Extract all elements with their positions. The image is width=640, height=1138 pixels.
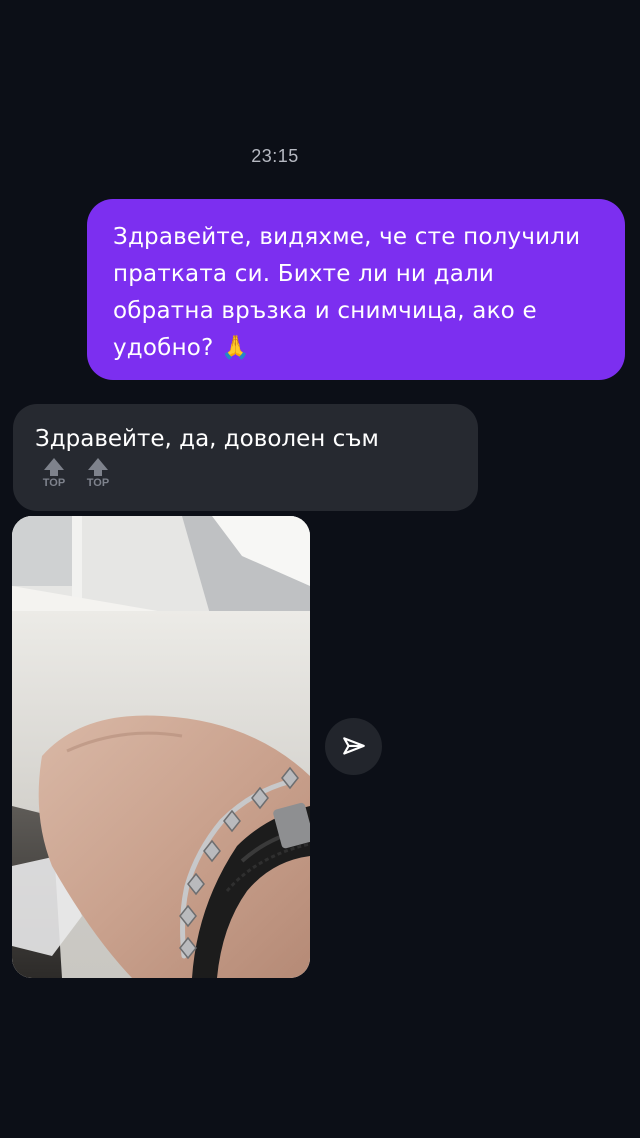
send-icon bbox=[342, 736, 365, 755]
photo-image bbox=[12, 516, 310, 978]
top-badges: TOP TOP bbox=[39, 458, 113, 489]
chat-screen: 23:15 Здравейте, видяхме, че сте получил… bbox=[0, 0, 640, 1138]
message-timestamp: 23:15 bbox=[251, 146, 299, 166]
top-badge: TOP bbox=[39, 458, 69, 489]
up-arrow-icon bbox=[88, 458, 108, 470]
top-badge-label: TOP bbox=[86, 477, 110, 489]
top-badge-label: TOP bbox=[42, 477, 66, 489]
outgoing-message-bubble[interactable]: Здравейте, видяхме, че сте получили прат… bbox=[87, 199, 625, 380]
top-badge: TOP bbox=[83, 458, 113, 489]
up-arrow-icon bbox=[44, 458, 64, 470]
incoming-message-text: Здравейте, да, доволен съм bbox=[35, 426, 379, 452]
outgoing-message-text: Здравейте, видяхме, че сте получили прат… bbox=[113, 224, 581, 361]
praying-hands-emoji: 🙏 bbox=[221, 335, 250, 361]
incoming-message-bubble[interactable]: Здравейте, да, доволен съм TOP TOP bbox=[13, 404, 478, 511]
share-button[interactable] bbox=[325, 718, 382, 775]
attached-photo[interactable] bbox=[12, 516, 310, 978]
